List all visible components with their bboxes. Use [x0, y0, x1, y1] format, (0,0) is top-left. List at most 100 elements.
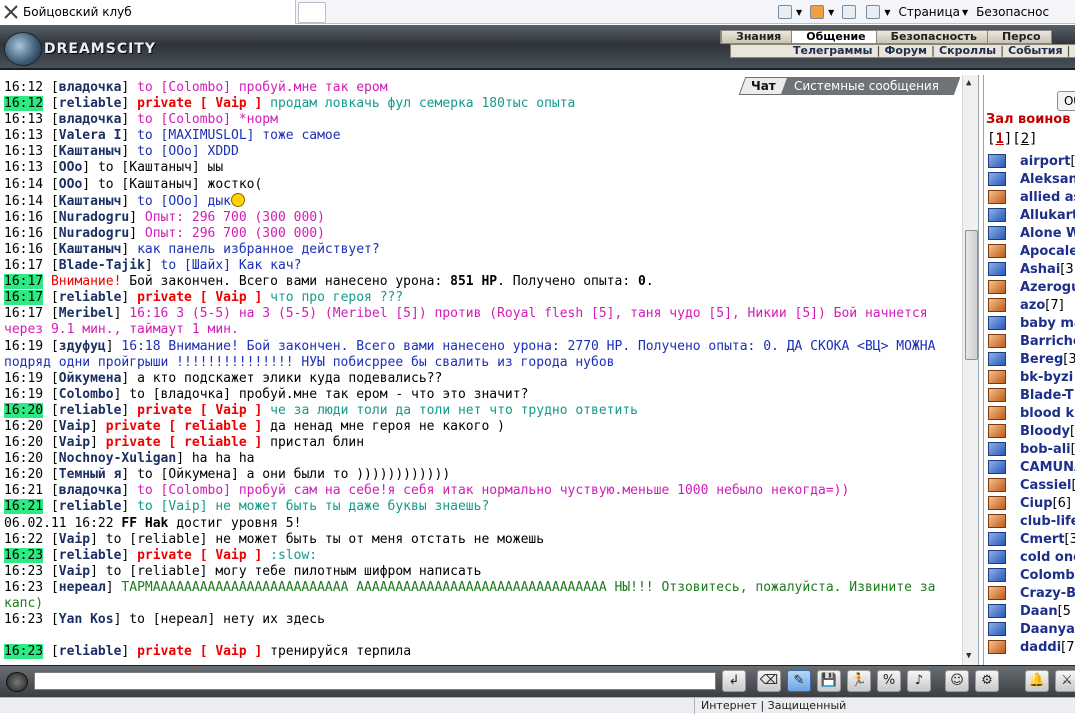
- player-name[interactable]: Alone W: [1020, 226, 1075, 241]
- player-row[interactable]: Colomb: [988, 566, 1075, 584]
- player-row[interactable]: allied as: [988, 188, 1075, 206]
- player-row[interactable]: Bereg[3: [988, 350, 1075, 368]
- player-status-icon[interactable]: [988, 586, 1006, 600]
- chat-username[interactable]: нереал: [59, 580, 106, 595]
- chat-timestamp[interactable]: 16:20: [4, 435, 43, 450]
- player-status-icon[interactable]: [988, 388, 1006, 402]
- refresh-button[interactable]: Об: [1057, 91, 1075, 111]
- private-tag[interactable]: private [ Vaip ]: [137, 96, 262, 111]
- player-name[interactable]: airport: [1020, 154, 1071, 169]
- private-tag[interactable]: private [ reliable ]: [106, 419, 263, 434]
- player-name[interactable]: Aleksan: [1020, 172, 1075, 187]
- chat-timestamp[interactable]: 16:22: [4, 532, 43, 547]
- chat-timestamp[interactable]: 16:12: [4, 80, 43, 95]
- player-status-icon[interactable]: [988, 370, 1006, 384]
- private-tag[interactable]: private [ Vaip ]: [137, 403, 262, 418]
- chat-username[interactable]: reliable: [59, 548, 122, 563]
- player-name[interactable]: Bereg: [1020, 352, 1063, 367]
- main-menu-item[interactable]: Общение: [791, 31, 875, 43]
- player-status-icon[interactable]: [988, 568, 1006, 582]
- chat-timestamp[interactable]: 16:16: [4, 210, 43, 225]
- player-status-icon[interactable]: [988, 352, 1006, 366]
- chat-username[interactable]: reliable: [59, 499, 122, 514]
- page-link-2[interactable]: 2: [1021, 131, 1029, 147]
- chat-username[interactable]: Meribel: [59, 306, 114, 321]
- player-row[interactable]: Blade-T: [988, 386, 1075, 404]
- player-name[interactable]: Ciup: [1020, 496, 1053, 511]
- player-row[interactable]: CAMUNA: [988, 458, 1075, 476]
- player-row[interactable]: blood ki: [988, 404, 1075, 422]
- chat-input[interactable]: [34, 672, 716, 690]
- chat-username[interactable]: Valera I: [59, 128, 122, 143]
- print-button[interactable]: ▼: [866, 5, 890, 19]
- player-name[interactable]: blood ki: [1020, 406, 1075, 421]
- scroll-thumb[interactable]: [965, 230, 978, 360]
- player-status-icon[interactable]: [988, 208, 1006, 222]
- player-status-icon[interactable]: [988, 550, 1006, 564]
- player-name[interactable]: bk-byzi: [1020, 370, 1073, 385]
- chat-timestamp[interactable]: 16:17: [4, 274, 43, 289]
- chat-username[interactable]: OOo: [59, 160, 82, 175]
- player-status-icon[interactable]: [988, 244, 1006, 258]
- tab-system-messages[interactable]: Системные сообщения: [781, 77, 960, 95]
- player-name[interactable]: Cassiel: [1020, 478, 1072, 493]
- player-row[interactable]: Alone W: [988, 224, 1075, 242]
- chat-timestamp[interactable]: 16:23: [4, 548, 43, 563]
- chat-timestamp[interactable]: 16:14: [4, 177, 43, 192]
- player-name[interactable]: Daanya: [1020, 622, 1075, 637]
- player-row[interactable]: Ashai[3: [988, 260, 1075, 278]
- player-row[interactable]: baby ma: [988, 314, 1075, 332]
- feeds-button[interactable]: ▼: [810, 5, 834, 19]
- player-row[interactable]: bob-ali[: [988, 440, 1075, 458]
- player-status-icon[interactable]: [988, 316, 1006, 330]
- player-status-icon[interactable]: [988, 226, 1006, 240]
- chat-username[interactable]: reliable: [59, 403, 122, 418]
- chat-timestamp[interactable]: 16:20: [4, 403, 43, 418]
- sub-menu-item[interactable]: События: [1008, 45, 1062, 57]
- player-status-icon[interactable]: [988, 604, 1006, 618]
- player-row[interactable]: Apocale: [988, 242, 1075, 260]
- chat-username[interactable]: Vaip: [59, 419, 90, 434]
- player-row[interactable]: Cassiel[: [988, 476, 1075, 494]
- player-name[interactable]: azo: [1020, 298, 1045, 313]
- chat-username[interactable]: reliable: [59, 96, 122, 111]
- sound-button[interactable]: ♪: [907, 670, 931, 692]
- home-button[interactable]: ▼: [778, 5, 802, 19]
- chat-username[interactable]: Vaip: [59, 564, 90, 579]
- player-row[interactable]: club-life: [988, 512, 1075, 530]
- chat-username[interactable]: Yan Kos: [59, 612, 114, 627]
- chat-timestamp[interactable]: 16:23: [4, 644, 43, 659]
- chat-timestamp[interactable]: 16:14: [4, 194, 43, 209]
- save-log-button[interactable]: 💾: [817, 670, 841, 692]
- chat-username[interactable]: Vaip: [59, 532, 90, 547]
- sub-menu-item[interactable]: Скроллы: [939, 45, 996, 57]
- chat-timestamp[interactable]: 16:20: [4, 419, 43, 434]
- mail-button[interactable]: [842, 5, 858, 19]
- chat-username[interactable]: Nuradogru: [59, 226, 129, 241]
- chat-timestamp[interactable]: 16:17: [4, 306, 43, 321]
- chat-timestamp[interactable]: 16:13: [4, 112, 43, 127]
- chat-timestamp[interactable]: 06.02.11 16:22: [4, 516, 114, 531]
- chat-timestamp[interactable]: 16:12: [4, 96, 43, 111]
- player-status-icon[interactable]: [988, 622, 1006, 636]
- chat-username[interactable]: Каштаныч: [59, 194, 122, 209]
- player-name[interactable]: CAMUNA: [1020, 460, 1075, 475]
- chat-timestamp[interactable]: 16:23: [4, 612, 43, 627]
- player-row[interactable]: bk-byzi: [988, 368, 1075, 386]
- private-tag[interactable]: private [ reliable ]: [106, 435, 263, 450]
- player-name[interactable]: Colomb: [1020, 568, 1075, 583]
- player-row[interactable]: Daan[5: [988, 602, 1075, 620]
- chat-username[interactable]: Nuradogru: [59, 210, 129, 225]
- player-status-icon[interactable]: [988, 424, 1006, 438]
- player-status-icon[interactable]: [988, 280, 1006, 294]
- chat-timestamp[interactable]: 16:23: [4, 580, 43, 595]
- player-row[interactable]: Aleksan: [988, 170, 1075, 188]
- chat-username[interactable]: Nochnoy-Xuligan: [59, 451, 176, 466]
- player-row[interactable]: airport[: [988, 152, 1075, 170]
- chat-username[interactable]: OOo: [59, 177, 82, 192]
- player-status-icon[interactable]: [988, 478, 1006, 492]
- smiles-button[interactable]: ☺: [945, 670, 969, 692]
- browser-tab[interactable]: Бойцовский клуб: [0, 0, 296, 24]
- site-logo[interactable]: DREAMSCITY: [4, 32, 156, 66]
- settings-button[interactable]: ⚙: [975, 670, 999, 692]
